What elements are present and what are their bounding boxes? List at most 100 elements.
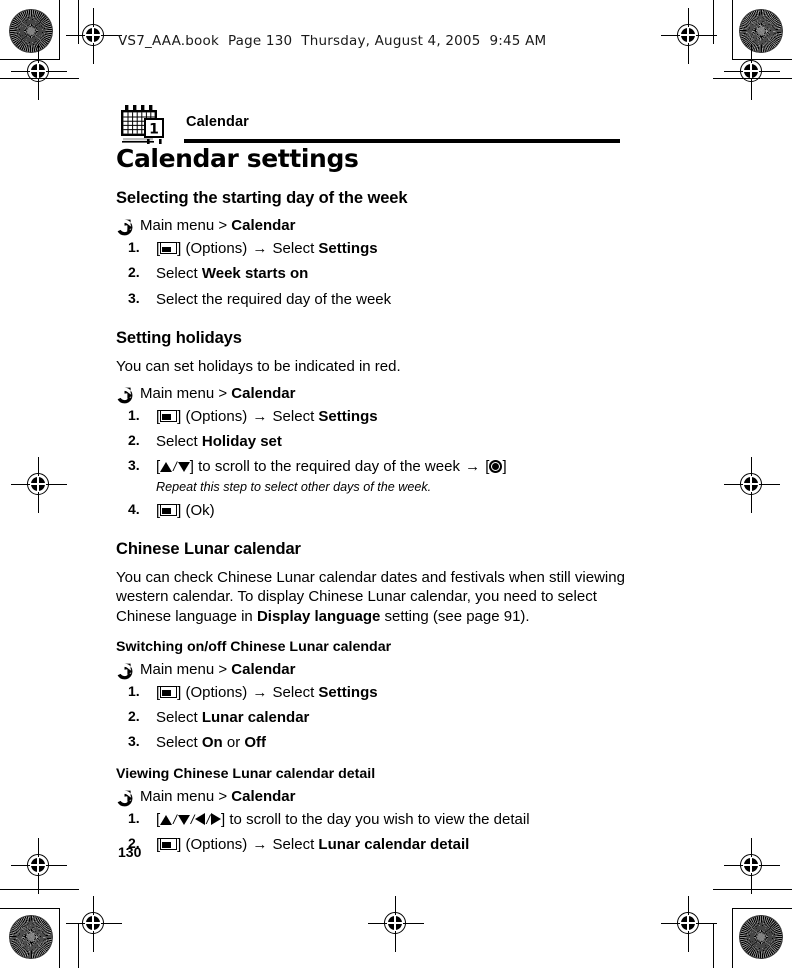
menu-path-prefix: Main menu > (140, 217, 232, 235)
then-arrow-icon: → (252, 835, 268, 853)
chapter-header: 1 Calendar (118, 103, 628, 149)
body-text-post: setting (see page 91). (380, 607, 530, 625)
then-arrow-icon: → (252, 240, 268, 258)
registration-rosette-top-left (9, 9, 53, 53)
section-intro-setting-holidays: You can set holidays to be indicated in … (116, 357, 401, 375)
step-text-pre: Select (156, 433, 202, 451)
registration-mark-top-left (66, 8, 122, 64)
step-item: 2. Select Lunar calendar (116, 708, 628, 727)
then-arrow-icon: → (252, 683, 268, 701)
left-softkey-icon (160, 410, 178, 423)
section-heading-selecting-starting-day: Selecting the starting day of the week (116, 189, 408, 208)
step-list-switching-lunar-calendar: 1. [] (Options) → Select Settings 2. Sel… (116, 683, 628, 753)
step-text-bold: Week starts on (201, 265, 309, 283)
step-item: 3. Select On or Off (116, 733, 628, 752)
menu-path-switching-lunar-calendar: Main menu > Calendar (116, 661, 628, 680)
section-body-chinese-lunar-calendar: You can check Chinese Lunar calendar dat… (116, 568, 628, 626)
step-text-bold: Lunar calendar (201, 709, 310, 727)
step-text-pre: Select (156, 709, 202, 727)
trim-line-bottomright-h2 (713, 889, 792, 891)
registration-mark-bottom-right (661, 896, 717, 952)
registration-rosette-bottom-right (739, 915, 783, 959)
menu-path-target: Calendar (231, 787, 296, 805)
menu-path-text: Main menu > Calendar (140, 217, 296, 236)
up-arrow-key-icon (160, 814, 173, 825)
step-text-scroll: to scroll to the day you wish to view th… (225, 810, 530, 828)
down-arrow-key-icon (177, 814, 190, 825)
step-item: 3. Select the required day of the week (116, 290, 628, 309)
step-item: 1. [/ / /] to scroll to the day you wish t… (116, 810, 628, 829)
menu-path-target: Calendar (231, 217, 296, 235)
step-item: 1. [] (Options) → Select Settings (116, 683, 628, 702)
step-item: 2. Select Week starts on (116, 264, 628, 283)
step-number: 3. (128, 457, 140, 474)
trim-line-left-outer (59, 0, 61, 60)
step-text-mid: Select (268, 683, 319, 701)
left-softkey-icon (160, 242, 178, 255)
registration-mark-mid-left (11, 457, 67, 513)
step-text-pre: (Options) (181, 408, 252, 426)
step-text-bold: Settings (318, 683, 378, 701)
step-number: 1. (128, 407, 140, 424)
step-text-mid: Select (268, 408, 319, 426)
trim-line-top-outer (0, 59, 60, 61)
trim-line-bottom-outer (0, 908, 60, 910)
circled-right-arrow-icon (116, 387, 133, 404)
registration-mark-upper-left (11, 44, 67, 100)
step-text-bold: Lunar calendar detail (318, 835, 470, 853)
menu-path-text: Main menu > Calendar (140, 385, 296, 404)
page-content: Calendar settings Selecting the starting… (116, 145, 628, 860)
step-text-pre: (Options) (181, 240, 252, 258)
step-text-bold: On (201, 734, 223, 752)
trim-line-right-outer (732, 0, 734, 60)
registration-mark-bottom-left (66, 896, 122, 952)
chapter-label: Calendar (186, 114, 249, 130)
step-number: 4. (128, 500, 140, 517)
section-heading-chinese-lunar-calendar: Chinese Lunar calendar (116, 539, 301, 558)
trim-line-bottomright-h1 (732, 908, 792, 910)
registration-rosette-top-right (739, 9, 783, 53)
menu-path-prefix: Main menu > (140, 385, 232, 403)
registration-mark-lower-left (11, 838, 67, 894)
menu-path-prefix: Main menu > (140, 787, 232, 805)
step-number: 2. (128, 432, 140, 449)
menu-path-setting-holidays: Main menu > Calendar (116, 385, 628, 404)
step-number: 1. (128, 809, 140, 826)
registration-mark-upper-right (724, 44, 780, 100)
step-text-mid: Select (268, 240, 319, 258)
then-arrow-icon: → (465, 458, 481, 476)
subsection-heading-viewing-lunar-detail: Viewing Chinese Lunar calendar detail (116, 765, 376, 782)
step-list-setting-holidays: 1. [] (Options) → Select Settings 2. Sel… (116, 407, 628, 520)
trim-line-right-inner (713, 0, 715, 44)
menu-path-prefix: Main menu > (140, 660, 232, 678)
step-text-bold: Settings (318, 408, 378, 426)
menu-path-text: Main menu > Calendar (140, 788, 296, 807)
step-text-pre: (Ok) (181, 501, 215, 519)
step-number: 3. (128, 289, 140, 306)
running-head: VS7_AAA.book Page 130 Thursday, August 4… (118, 33, 547, 49)
registration-mark-bottom-center (368, 896, 424, 952)
registration-rosette-bottom-left (9, 915, 53, 959)
registration-mark-mid-right (724, 457, 780, 513)
step-text-mid: Select (268, 835, 319, 853)
trim-line-bottom-inner (0, 889, 79, 891)
step-list-selecting-starting-day: 1. [] (Options) → Select Settings 2. Sel… (116, 239, 628, 309)
trim-line-bottomleft-outer (59, 908, 61, 968)
left-softkey-icon (160, 503, 178, 516)
step-text-bold-alt: Off (244, 734, 267, 752)
subsection-heading-switching-lunar-calendar: Switching on/off Chinese Lunar calendar (116, 638, 392, 655)
step-text-pre: Select (156, 265, 202, 283)
section-heading-setting-holidays: Setting holidays (116, 328, 242, 347)
step-text-bold: Settings (318, 240, 378, 258)
trim-line-bottomright-outer (732, 908, 734, 968)
menu-path-viewing-lunar-detail: Main menu > Calendar (116, 788, 628, 807)
step-item: 3. [/] to scroll to the required day of … (116, 457, 628, 494)
header-rule (184, 139, 620, 143)
left-arrow-key-icon (195, 812, 206, 825)
body-text-bold: Display language (256, 607, 381, 625)
trim-line-left-inner (78, 0, 80, 44)
step-item: 2. [] (Options) → Select Lunar calendar … (116, 835, 628, 854)
down-arrow-key-icon (177, 462, 190, 473)
menu-path-target: Calendar (231, 385, 296, 403)
step-note: Repeat this step to select other days of… (156, 479, 432, 494)
